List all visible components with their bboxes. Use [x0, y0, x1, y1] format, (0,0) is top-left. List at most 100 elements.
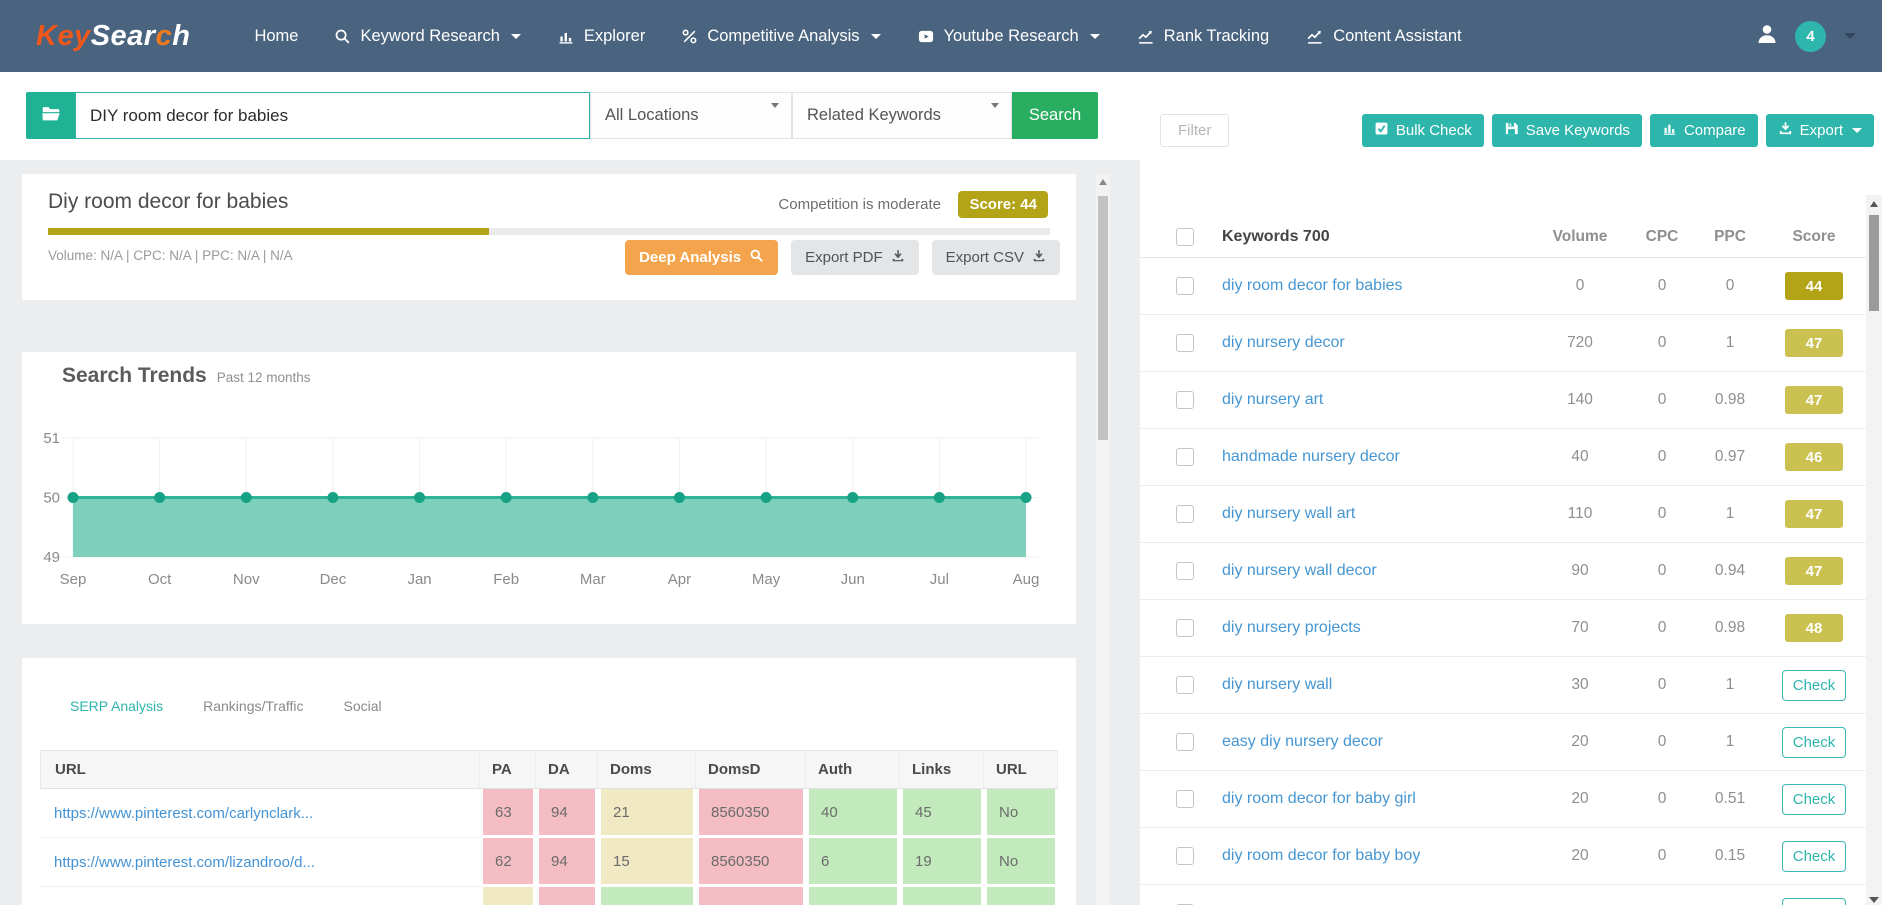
user-icon[interactable]	[1755, 22, 1779, 51]
row-checkbox[interactable]	[1176, 847, 1194, 865]
keyword-row: diy room decor for baby boy 20 0 0.15 Check	[1140, 828, 1866, 885]
row-checkbox[interactable]	[1176, 619, 1194, 637]
volume-value: 20	[1571, 733, 1589, 750]
row-checkbox[interactable]	[1176, 391, 1194, 409]
export-pdf-button[interactable]: Export PDF	[791, 240, 919, 275]
competition-progress-fill	[48, 228, 489, 235]
deep-analysis-button[interactable]: Deep Analysis	[625, 240, 779, 275]
serp-metric-cell: 94	[536, 838, 598, 887]
keyword-link[interactable]: diy nursery wall decor	[1222, 562, 1377, 579]
svg-text:Jul: Jul	[930, 571, 949, 588]
check-button[interactable]: Check	[1782, 783, 1846, 815]
cpc-value: 0	[1657, 391, 1667, 408]
check-button[interactable]: Check	[1782, 726, 1846, 758]
serp-header-links: Links	[900, 750, 984, 789]
keyword-link[interactable]: diy nursery wall	[1222, 676, 1332, 693]
scrollbar-thumb[interactable]	[1869, 215, 1879, 311]
volume-value: 0	[1575, 277, 1585, 294]
left-scrollbar[interactable]	[1096, 174, 1110, 905]
keyword-link[interactable]: diy nursery projects	[1222, 619, 1361, 636]
serp-url-link[interactable]: https://www.pinterest.com/carlynclark...	[54, 805, 313, 822]
serp-tabs: SERP Analysis Rankings/Traffic Social	[70, 698, 382, 714]
nav-item-rank-tracking[interactable]: Rank Tracking	[1136, 27, 1269, 46]
row-checkbox[interactable]	[1176, 676, 1194, 694]
search-button[interactable]: Search	[1012, 92, 1098, 139]
tab-social[interactable]: Social	[344, 698, 382, 714]
ppc-header: PPC	[1714, 227, 1746, 245]
nav-item-keyword-research[interactable]: Keyword Research	[334, 27, 521, 46]
check-button[interactable]: Check	[1782, 669, 1846, 701]
row-checkbox[interactable]	[1176, 277, 1194, 295]
scroll-up-arrow[interactable]	[1866, 195, 1882, 212]
row-checkbox[interactable]	[1176, 790, 1194, 808]
scrollbar-thumb[interactable]	[1098, 196, 1108, 440]
keyword-link[interactable]: diy room decor for baby girl	[1222, 790, 1416, 807]
svg-text:Oct: Oct	[148, 571, 172, 588]
export-button[interactable]: Export	[1765, 114, 1874, 147]
serp-row	[40, 887, 1058, 905]
overview-title: Diy room decor for babies	[48, 190, 289, 213]
compare-button[interactable]: Compare	[1649, 114, 1758, 147]
keyword-type-select[interactable]: Related Keywords	[792, 92, 1012, 139]
row-checkbox[interactable]	[1176, 448, 1194, 466]
keyword-link[interactable]: handmade nursery decor	[1222, 448, 1400, 465]
keysearch-logo[interactable]: KeySearch	[36, 20, 190, 53]
saved-lists-button[interactable]	[26, 92, 75, 139]
keyword-link[interactable]: diy nursery art	[1222, 391, 1323, 408]
volume-value: 110	[1567, 505, 1593, 522]
overview-buttons: Deep Analysis Export PDF Export CSV	[625, 240, 1060, 275]
tab-rankings-traffic[interactable]: Rankings/Traffic	[203, 698, 303, 714]
keyword-link[interactable]: diy nursery decor	[1222, 334, 1345, 351]
svg-text:Aug: Aug	[1013, 571, 1040, 588]
keyword-row: diy nursery decor 720 0 1 47	[1140, 315, 1866, 372]
keyword-link[interactable]: easy diy nursery decor	[1222, 733, 1383, 750]
volume-header: Volume	[1552, 227, 1608, 245]
nav-item-content-assistant[interactable]: Content Assistant	[1305, 27, 1462, 46]
keyword-link[interactable]: diy room decor for baby boy	[1222, 847, 1420, 864]
nav-item-competitive-analysis[interactable]: Competitive Analysis	[681, 27, 881, 46]
logo-c: c	[155, 19, 173, 52]
scroll-up-arrow[interactable]	[1096, 174, 1110, 189]
row-checkbox[interactable]	[1176, 562, 1194, 580]
volume-value: 70	[1571, 619, 1589, 636]
location-select-value: All Locations	[605, 106, 699, 124]
serp-row: https://www.pinterest.com/lizandroo/d...…	[40, 838, 1058, 887]
nav-item-home[interactable]: Home	[254, 27, 298, 46]
check-button[interactable]: Check	[1782, 840, 1846, 872]
ppc-value: 0.51	[1714, 790, 1746, 807]
serp-url-cell: https://www.pinterest.com/carlynclark...	[40, 789, 480, 838]
serp-header-url2: URL	[984, 750, 1058, 789]
score-cell: Check	[1762, 840, 1866, 872]
serp-metric-cell: 94	[536, 789, 598, 838]
nav-item-explorer[interactable]: Explorer	[557, 27, 645, 46]
nav-item-youtube-research[interactable]: Youtube Research	[917, 27, 1100, 46]
check-button[interactable]: Check	[1782, 897, 1846, 905]
select-all-checkbox[interactable]	[1176, 227, 1194, 246]
score-badge: 44	[1785, 272, 1843, 300]
chevron-down-icon	[870, 33, 881, 39]
serp-url-link[interactable]: https://www.pinterest.com/lizandroo/d...	[54, 854, 315, 871]
ppc-value: 1	[1725, 505, 1735, 522]
row-checkbox[interactable]	[1176, 505, 1194, 523]
chevron-down-icon	[991, 103, 999, 108]
keyword-link[interactable]: diy nursery wall art	[1222, 505, 1355, 522]
score-cell: Check	[1762, 726, 1866, 758]
location-select[interactable]: All Locations	[590, 92, 792, 139]
row-checkbox[interactable]	[1176, 733, 1194, 751]
right-scrollbar[interactable]	[1866, 195, 1882, 905]
keyword-search-input[interactable]	[75, 92, 590, 139]
notification-badge[interactable]: 4	[1795, 20, 1826, 52]
filter-button[interactable]: Filter	[1160, 114, 1230, 147]
volume-value: 720	[1567, 334, 1593, 351]
keyword-link[interactable]: diy room decor for babies	[1222, 277, 1403, 294]
bar-chart-icon	[1662, 121, 1677, 140]
scroll-down-arrow[interactable]	[1866, 897, 1882, 903]
nav-right: 4	[1755, 20, 1856, 52]
chevron-down-icon[interactable]	[1844, 33, 1856, 39]
volume-value: 90	[1571, 562, 1589, 579]
save-keywords-button[interactable]: Save Keywords	[1491, 114, 1642, 147]
export-csv-button[interactable]: Export CSV	[931, 240, 1060, 275]
row-checkbox[interactable]	[1176, 334, 1194, 352]
bulk-check-button[interactable]: Bulk Check	[1361, 114, 1484, 147]
tab-serp-analysis[interactable]: SERP Analysis	[70, 698, 163, 714]
